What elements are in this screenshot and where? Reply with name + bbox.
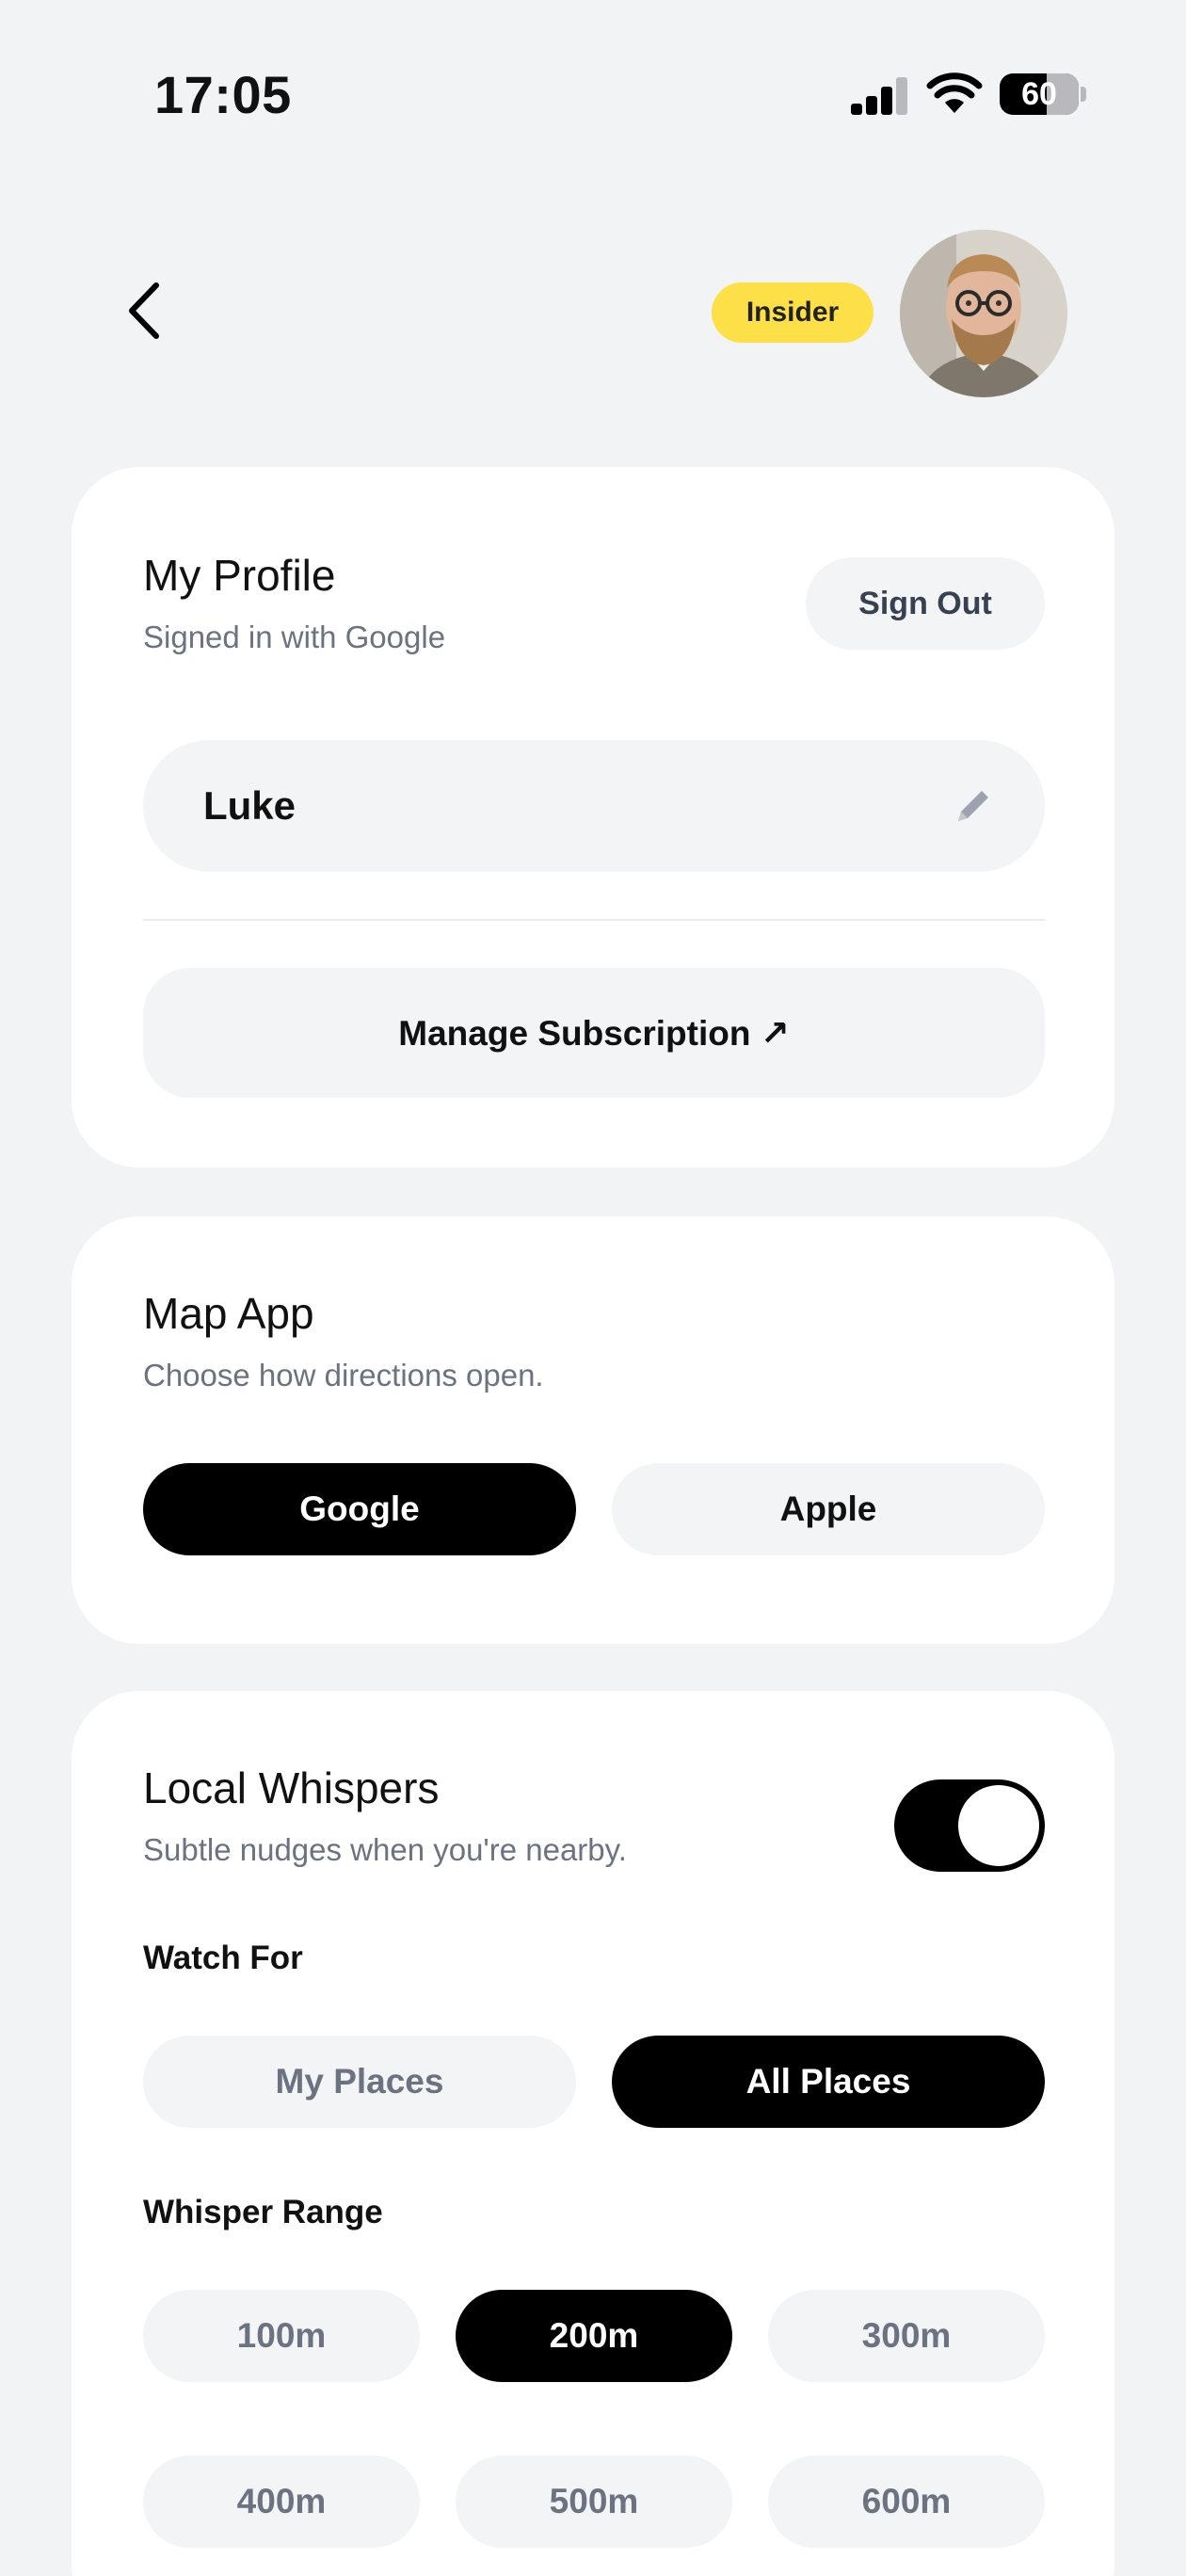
profile-divider [143,919,1045,921]
watch-for-my-places[interactable]: My Places [143,2036,576,2128]
range-option-400m[interactable]: 400m [143,2455,420,2548]
local-whispers-subtitle: Subtle nudges when you're nearby. [143,1832,627,1867]
insider-badge: Insider [712,282,873,343]
map-app-subtitle: Choose how directions open. [143,1358,544,1393]
map-option-apple[interactable]: Apple [612,1463,1045,1555]
profile-title: My Profile [143,551,336,600]
back-button[interactable] [111,273,177,348]
battery-level: 60 [1021,75,1057,112]
pencil-icon[interactable] [949,781,998,830]
sign-out-button[interactable]: Sign Out [806,557,1045,650]
battery-cap [1081,87,1086,102]
cellular-signal-icon [851,77,907,115]
status-bar: 17:05 60 [0,0,1186,188]
map-app-title: Map App [143,1289,314,1338]
avatar[interactable] [900,230,1067,397]
wifi-icon [926,72,983,113]
chevron-left-icon [129,282,159,339]
watch-for-all-places[interactable]: All Places [612,2036,1045,2128]
battery-icon: 60 [1000,73,1079,115]
local-whispers-card: Local Whispers Subtle nudges when you're… [72,1691,1114,2576]
range-option-600m[interactable]: 600m [768,2455,1045,2548]
profile-settings-screen: 17:05 60 Insider My Profile Signed in wi… [0,0,1186,2576]
profile-subtitle: Signed in with Google [143,620,446,654]
local-whispers-title: Local Whispers [143,1763,440,1812]
map-option-google[interactable]: Google [143,1463,576,1555]
profile-card: My Profile Signed in with Google Sign Ou… [72,467,1114,1167]
range-option-200m[interactable]: 200m [456,2290,732,2382]
watch-for-label: Watch For [143,1940,303,1976]
range-option-100m[interactable]: 100m [143,2290,420,2382]
avatar-image [900,230,1067,397]
range-option-500m[interactable]: 500m [456,2455,732,2548]
whisper-range-label: Whisper Range [143,2194,383,2230]
map-app-card: Map App Choose how directions open. Goog… [72,1216,1114,1644]
name-field[interactable]: Luke [143,740,1045,872]
toggle-knob [958,1785,1039,1866]
name-value: Luke [203,783,296,828]
status-time: 17:05 [154,65,292,124]
range-option-300m[interactable]: 300m [768,2290,1045,2382]
manage-subscription-button[interactable]: Manage Subscription ↗ [143,968,1045,1098]
local-whispers-toggle[interactable] [894,1779,1045,1872]
